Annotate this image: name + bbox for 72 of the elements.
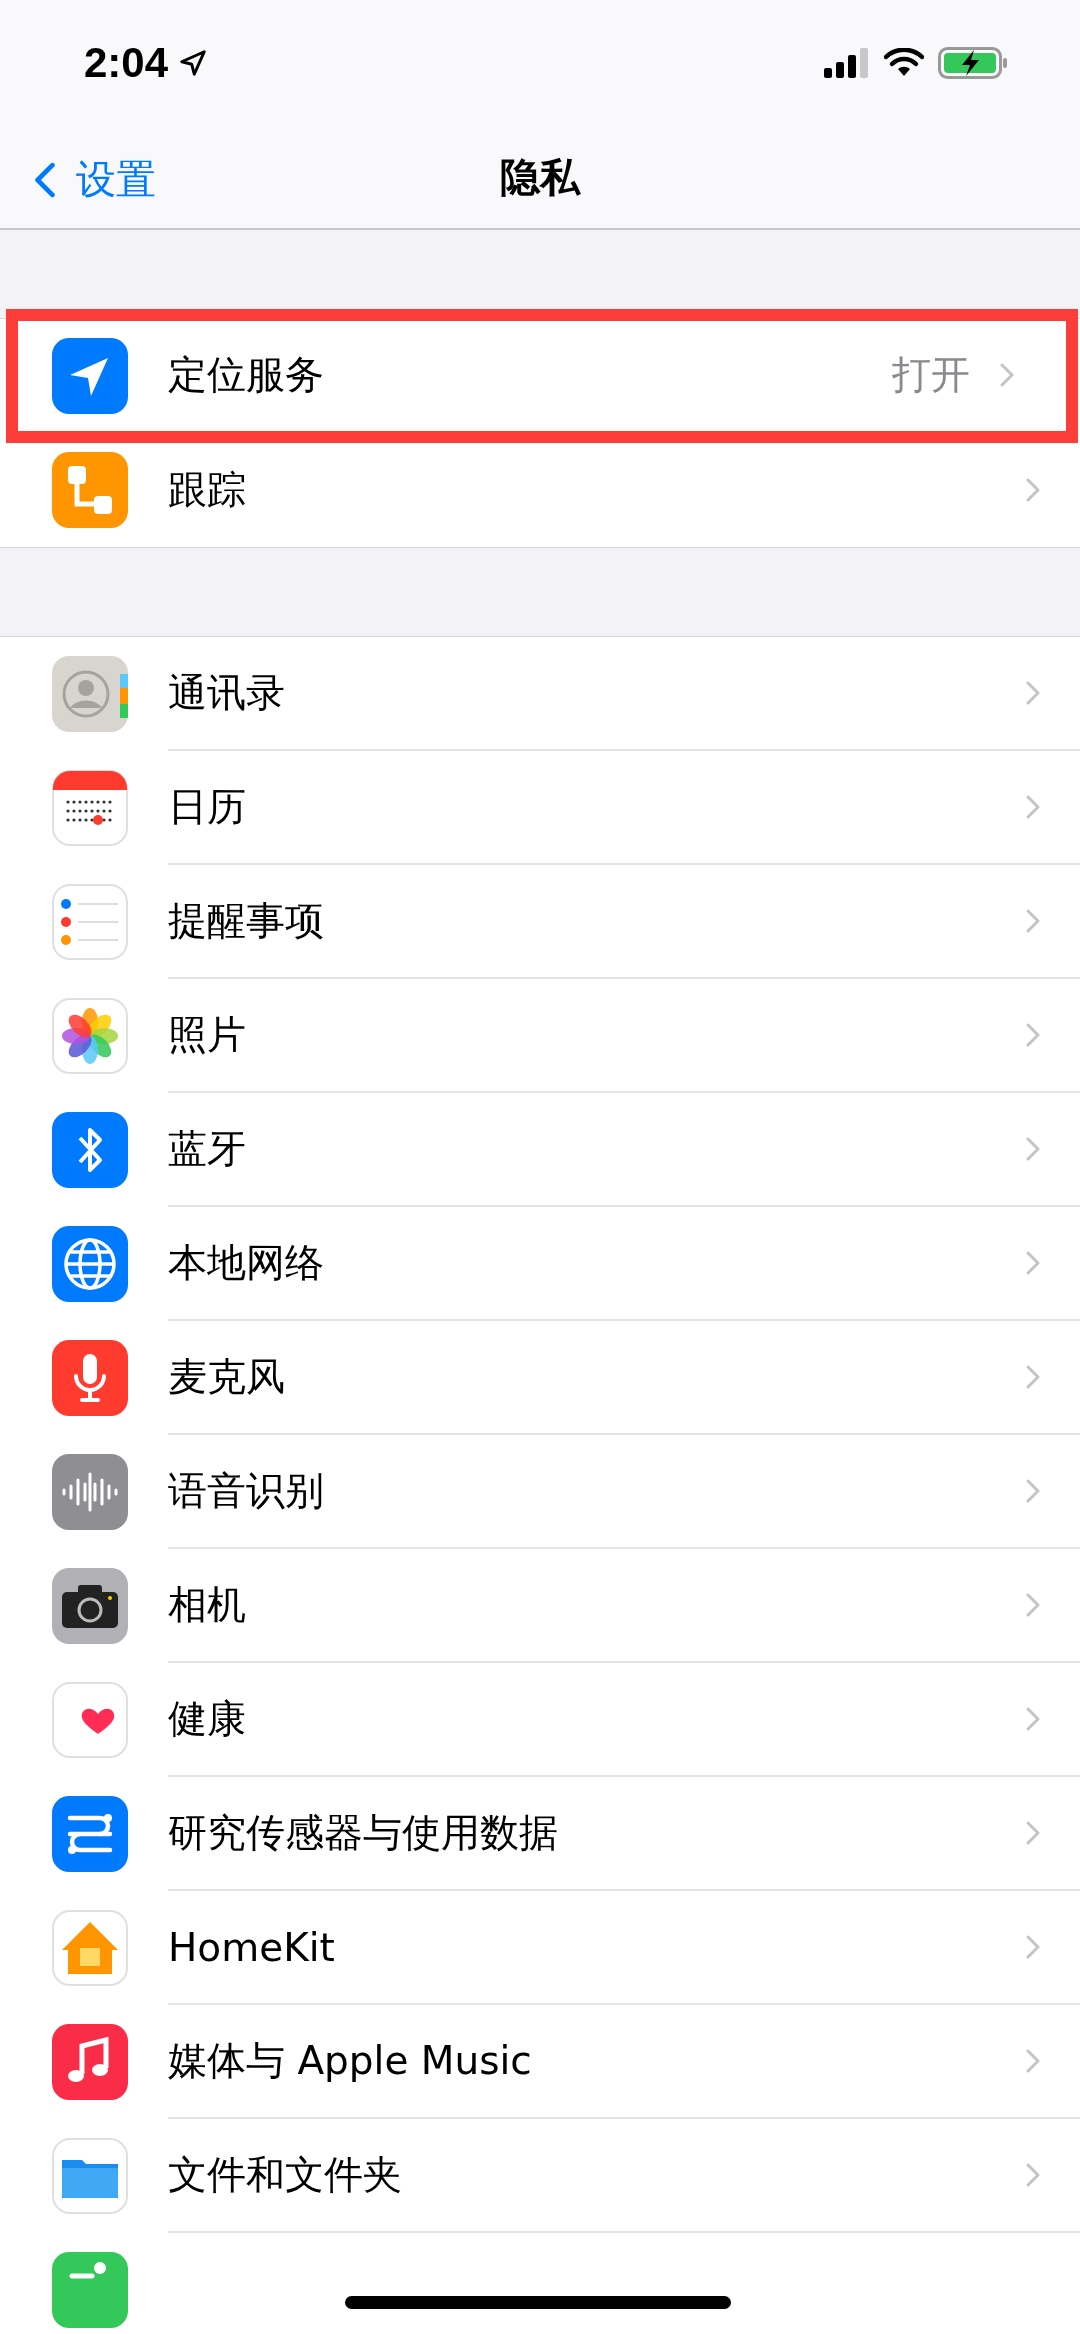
settings-row[interactable]: 日历	[0, 751, 1080, 865]
chevron-icon	[1026, 1365, 1040, 1389]
settings-row[interactable]: 健康	[0, 1663, 1080, 1777]
settings-row[interactable]: 相机	[0, 1549, 1080, 1663]
research-icon	[52, 1796, 128, 1872]
bluetooth-icon	[52, 1112, 128, 1188]
row-label: 照片	[168, 1011, 247, 1059]
settings-row[interactable]: 媒体与 Apple Music	[0, 2005, 1080, 2119]
location-arrow-icon	[178, 48, 209, 78]
chevron-icon	[1026, 1251, 1040, 1275]
row-label: 通讯录	[168, 669, 286, 717]
row-label: 定位服务	[168, 351, 325, 399]
settings-row[interactable]: 跟踪	[0, 433, 1080, 547]
settings-row[interactable]: 提醒事项	[0, 865, 1080, 979]
chevron-icon	[1026, 1707, 1040, 1731]
contacts-icon	[52, 656, 128, 732]
page-title: 隐私	[500, 152, 580, 202]
chevron-icon	[1026, 2049, 1040, 2073]
signal-icon	[824, 48, 870, 78]
status-time: 2:04	[84, 39, 169, 87]
row-label: 本地网络	[168, 1239, 325, 1287]
settings-row[interactable]: 麦克风	[0, 1321, 1080, 1435]
folder-icon	[52, 2138, 128, 2214]
chevron-icon	[1026, 478, 1040, 502]
chevron-icon	[1026, 1023, 1040, 1047]
row-label: 蓝牙	[168, 1125, 247, 1173]
tracking-icon	[52, 452, 128, 528]
row-label: 研究传感器与使用数据	[168, 1809, 559, 1857]
fitness-icon	[52, 2252, 128, 2328]
chevron-icon	[1026, 2163, 1040, 2187]
reminders-icon	[52, 884, 128, 960]
row-label: 语音识别	[168, 1467, 325, 1515]
row-label: 提醒事项	[168, 897, 325, 945]
settings-row[interactable]: 照片	[0, 979, 1080, 1093]
chevron-icon	[1026, 1821, 1040, 1845]
battery-charging-icon	[938, 47, 1008, 79]
settings-row[interactable]: 本地网络	[0, 1207, 1080, 1321]
calendar-icon	[52, 770, 128, 846]
wifi-icon	[884, 48, 924, 78]
globe-icon	[52, 1226, 128, 1302]
row-label: 文件和文件夹	[168, 2151, 403, 2199]
row-label: 麦克风	[168, 1353, 286, 1401]
row-label: 媒体与 Apple Music	[168, 2037, 533, 2085]
chevron-icon	[1026, 1137, 1040, 1161]
row-label: 相机	[168, 1581, 247, 1629]
row-value: 打开	[892, 351, 970, 399]
settings-row[interactable]: 语音识别	[0, 1435, 1080, 1549]
settings-row[interactable]: 定位服务 打开	[16, 319, 1068, 433]
row-label: HomeKit	[168, 1924, 336, 1970]
music-note-icon	[52, 2024, 128, 2100]
camera-icon	[52, 1568, 128, 1644]
chevron-icon	[1026, 1479, 1040, 1503]
flower-icon	[52, 998, 128, 1074]
row-label: 健康	[168, 1695, 247, 1743]
chevron-icon	[1026, 795, 1040, 819]
back-chevron-icon	[34, 161, 56, 198]
chevron-icon	[1026, 909, 1040, 933]
chevron-icon	[1000, 363, 1014, 387]
chevron-icon	[1026, 681, 1040, 705]
settings-row[interactable]: 蓝牙	[0, 1093, 1080, 1207]
microphone-icon	[52, 1340, 128, 1416]
waveform-icon	[52, 1454, 128, 1530]
settings-row[interactable]: 文件和文件夹	[0, 2119, 1080, 2233]
settings-row[interactable]: 研究传感器与使用数据	[0, 1777, 1080, 1891]
row-label: 跟踪	[168, 466, 247, 514]
settings-row[interactable]: 通讯录	[0, 637, 1080, 751]
house-icon	[52, 1910, 128, 1986]
chevron-icon	[1026, 1935, 1040, 1959]
row-label: 日历	[168, 783, 247, 831]
chevron-icon	[1026, 1593, 1040, 1617]
back-button[interactable]: 设置	[30, 148, 160, 211]
settings-row[interactable]: HomeKit	[0, 1891, 1080, 2005]
